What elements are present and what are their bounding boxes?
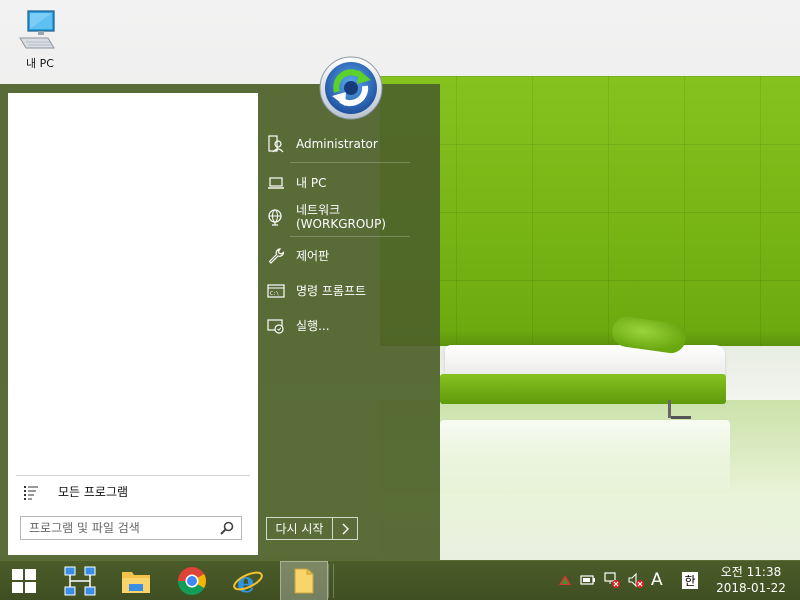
start-menu: 모든 프로그램 프로그램 및 파일 검색 Administrator 내 PC … (0, 56, 440, 560)
start-item-label: 제어판 (296, 249, 330, 263)
taskbar-app-chrome[interactable] (168, 561, 216, 600)
ie-icon: e (233, 566, 263, 597)
computer-icon (19, 10, 55, 49)
chevron-right-icon (342, 523, 349, 534)
chrome-icon (178, 567, 206, 595)
start-item-label: 실행... (296, 319, 330, 333)
menu-divider (290, 162, 410, 163)
search-input[interactable] (21, 518, 217, 538)
restart-button[interactable]: 다시 시작 (266, 517, 333, 540)
restart-options-button[interactable] (333, 517, 358, 540)
start-item-control-panel[interactable]: 제어판 (266, 246, 416, 266)
hangul-indicator[interactable]: 한 (682, 572, 698, 589)
all-programs-label: 모든 프로그램 (58, 485, 129, 499)
system-tray (558, 561, 644, 600)
globe-network-icon (266, 207, 286, 227)
taskbar-app-folder-window[interactable] (280, 561, 328, 600)
taskbar-clock[interactable]: 오전 11:38 2018-01-22 (706, 564, 796, 596)
battery-icon[interactable] (580, 574, 596, 589)
start-item-administrator[interactable]: Administrator (266, 134, 416, 154)
volume-mute-icon[interactable] (628, 572, 644, 591)
command-prompt-icon: C:\ (266, 281, 286, 301)
search-icon[interactable] (217, 518, 237, 538)
start-item-run[interactable]: 실행... (266, 316, 416, 336)
list-icon (24, 485, 38, 500)
svg-text:C:\: C:\ (270, 291, 279, 297)
refresh-arrow-icon (319, 56, 383, 120)
folder-icon (122, 572, 150, 593)
search-box[interactable] (20, 516, 242, 540)
taskbar-app-file-explorer[interactable] (112, 561, 160, 600)
wallpaper-sofa-foot (671, 416, 691, 419)
start-item-label: 내 PC (296, 176, 327, 190)
taskbar-grip[interactable] (328, 564, 334, 598)
run-icon (266, 316, 286, 336)
start-item-label: Administrator (296, 137, 378, 151)
clock-time: 오전 11:38 (720, 565, 782, 579)
wallpaper-sofa-frame (440, 374, 726, 404)
wallpaper-green-wall (380, 76, 800, 346)
wrench-icon (266, 246, 286, 266)
taskbar-app-network[interactable] (56, 561, 104, 600)
network-error-icon[interactable] (604, 571, 620, 591)
desktop-icon-my-pc[interactable]: 내 PC (12, 8, 68, 74)
start-item-label: 네트워크 (WORKGROUP) (296, 203, 386, 231)
user-icon (266, 134, 286, 154)
start-item-my-pc[interactable]: 내 PC (266, 173, 416, 193)
user-avatar[interactable] (319, 56, 383, 120)
windows-logo-icon (12, 569, 36, 593)
open-folder-icon (294, 568, 314, 594)
taskbar: e A 한 오전 11:38 2018-01-22 (0, 560, 800, 600)
svg-text:e: e (237, 566, 255, 597)
all-programs-button[interactable]: 모든 프로그램 (16, 475, 250, 507)
ime-mode-indicator[interactable]: A (651, 570, 663, 590)
clock-date: 2018-01-22 (716, 581, 786, 595)
start-item-label: 명령 프롬프트 (296, 284, 367, 298)
desktop-icon-label: 내 PC (26, 57, 54, 70)
arrow-up-icon[interactable] (558, 574, 572, 589)
laptop-icon (266, 173, 286, 193)
start-item-network[interactable]: 네트워크 (WORKGROUP) (266, 203, 416, 231)
wallpaper-sofa-reflection (440, 420, 730, 490)
wallpaper-sofa (445, 345, 725, 377)
menu-divider (290, 236, 410, 237)
start-item-command-prompt[interactable]: C:\ 명령 프롬프트 (266, 281, 416, 301)
start-menu-program-list: 모든 프로그램 (8, 93, 258, 555)
start-button[interactable] (0, 561, 48, 600)
taskbar-app-internet-explorer[interactable]: e (224, 561, 272, 600)
network-diagram-icon (64, 566, 96, 596)
